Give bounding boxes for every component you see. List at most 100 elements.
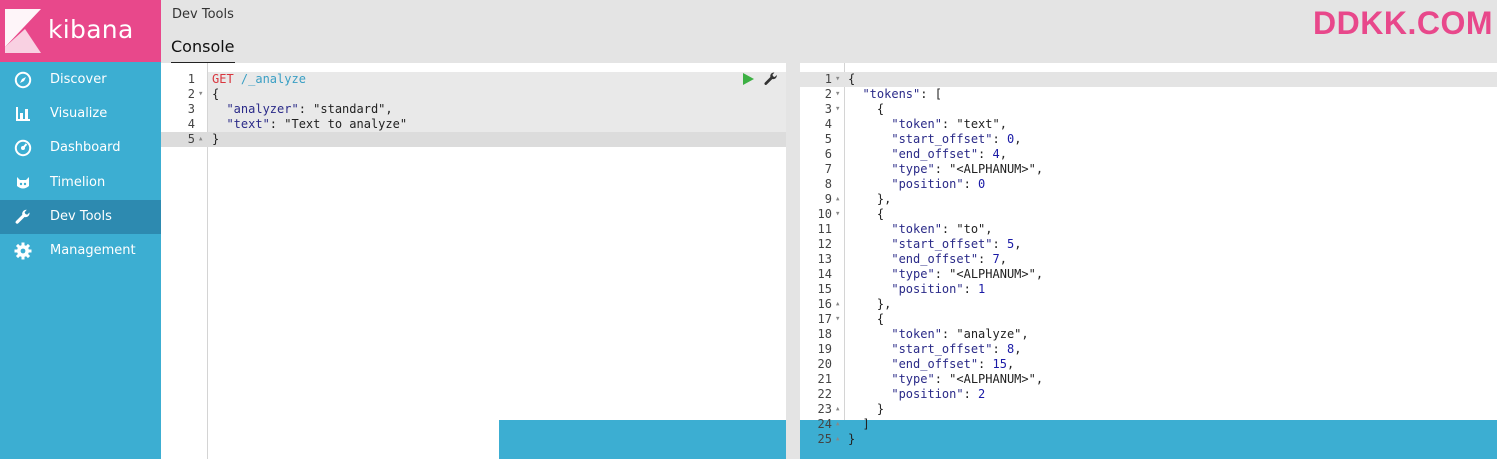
fold-toggle-icon[interactable]: ▾ bbox=[835, 312, 845, 327]
code-line: 1 GET /_analyze bbox=[161, 72, 786, 87]
code-token: : "<ALPHANUM>", bbox=[934, 267, 1044, 281]
line-number: 10 bbox=[817, 207, 832, 221]
code-text: { bbox=[848, 72, 855, 87]
code-token: 7 bbox=[992, 252, 1000, 266]
sidebar: kibana Discover Visualize Dashboard Time… bbox=[0, 0, 161, 459]
sidebar-item-dashboard[interactable]: Dashboard bbox=[0, 131, 161, 165]
fold-toggle-icon[interactable]: ▴ bbox=[835, 432, 845, 447]
fold-toggle-icon[interactable]: ▴ bbox=[835, 402, 845, 417]
fold-toggle-icon[interactable]: ▴ bbox=[835, 417, 845, 432]
code-token: , bbox=[1014, 237, 1022, 251]
code-token: , bbox=[1014, 342, 1022, 356]
code-line: 10 ▾ { bbox=[800, 207, 1497, 222]
fold-toggle-icon[interactable]: ▴ bbox=[198, 132, 208, 147]
fold-toggle-icon[interactable]: ▾ bbox=[835, 87, 845, 102]
sidebar-item-visualize[interactable]: Visualize bbox=[0, 97, 161, 131]
overlay-block bbox=[499, 420, 786, 459]
code-line: 12 "start_offset": 5, bbox=[800, 237, 1497, 252]
top-bar: Dev Tools Console DDKK.COM bbox=[161, 0, 1497, 64]
code-token: , bbox=[999, 252, 1007, 266]
bar-chart-icon bbox=[16, 107, 30, 121]
code-line: 8 "position": 0 bbox=[800, 177, 1497, 192]
code-token: "start_offset" bbox=[848, 237, 993, 251]
code-text: "end_offset": 15, bbox=[848, 357, 1014, 372]
pane-splitter[interactable] bbox=[786, 63, 800, 459]
code-token: : [ bbox=[920, 87, 942, 101]
sidebar-item-label: Discover bbox=[50, 72, 107, 87]
code-text: "type": "<ALPHANUM>", bbox=[848, 162, 1043, 177]
fold-toggle-icon[interactable]: ▴ bbox=[835, 297, 845, 312]
play-icon[interactable] bbox=[741, 72, 755, 86]
response-editor: 1 ▾{2 ▾ "tokens": [3 ▾ {4 "token": "text", 5… bbox=[800, 63, 1497, 459]
code-line: 23 ▴ } bbox=[800, 402, 1497, 417]
sidebar-item-management[interactable]: Management bbox=[0, 234, 161, 268]
line-number: 9 bbox=[824, 192, 832, 206]
wrench-icon[interactable] bbox=[763, 71, 779, 87]
code-text: "start_offset": 8, bbox=[848, 342, 1021, 357]
gear-icon bbox=[14, 242, 32, 260]
code-line: 25 ▴} bbox=[800, 432, 1497, 447]
code-token: "token" bbox=[848, 222, 942, 236]
code-token: "type" bbox=[848, 162, 935, 176]
code-token: : "analyze", bbox=[941, 327, 1029, 341]
line-number: 6 bbox=[824, 147, 832, 161]
code-line: 3 "analyzer": "standard", bbox=[161, 102, 786, 117]
code-text: "position": 1 bbox=[848, 282, 985, 297]
code-token: "position" bbox=[848, 387, 964, 401]
code-token: } bbox=[848, 402, 885, 416]
line-number: 12 bbox=[817, 237, 832, 251]
line-number: 1 bbox=[824, 72, 832, 86]
code-line: 15 "position": 1 bbox=[800, 282, 1497, 297]
code-text: "end_offset": 7, bbox=[848, 252, 1007, 267]
code-token: : bbox=[963, 387, 979, 401]
code-line: 4 "token": "text", bbox=[800, 117, 1497, 132]
code-line: 22 "position": 2 bbox=[800, 387, 1497, 402]
fold-toggle-icon[interactable]: ▴ bbox=[835, 192, 845, 207]
code-text: "token": "analyze", bbox=[848, 327, 1029, 342]
watermark: DDKK.COM bbox=[1313, 5, 1493, 41]
request-editor[interactable]: 1 GET /_analyze 2 ▾ {3 "analyzer": "standard… bbox=[161, 63, 786, 459]
code-line: 19 "start_offset": 8, bbox=[800, 342, 1497, 357]
fold-toggle-icon[interactable]: ▾ bbox=[835, 72, 845, 87]
code-token: : bbox=[992, 342, 1007, 356]
code-token: 1 bbox=[978, 282, 986, 296]
code-text: { bbox=[848, 102, 884, 117]
fold-toggle-icon[interactable]: ▾ bbox=[835, 102, 845, 117]
code-token: }, bbox=[848, 192, 892, 206]
code-token: : bbox=[978, 147, 993, 161]
code-token: "start_offset" bbox=[848, 132, 993, 146]
kibana-logo[interactable]: kibana bbox=[0, 0, 161, 62]
line-number: 24 bbox=[817, 417, 832, 431]
code-token: , bbox=[999, 147, 1007, 161]
code-text: "token": "to", bbox=[848, 222, 992, 237]
brand-name: kibana bbox=[48, 15, 134, 44]
code-line: 1 ▾{ bbox=[800, 72, 1497, 87]
code-text: "type": "<ALPHANUM>", bbox=[848, 372, 1043, 387]
sidebar-item-timelion[interactable]: Timelion bbox=[0, 166, 161, 200]
code-text: }, bbox=[848, 192, 891, 207]
line-number: 4 bbox=[824, 117, 832, 131]
line-number: 5 bbox=[187, 132, 195, 146]
code-token: "start_offset" bbox=[848, 342, 993, 356]
code-token: { bbox=[848, 312, 885, 326]
code-text: "analyzer": "standard", bbox=[212, 102, 392, 117]
code-token: 4 bbox=[992, 147, 1000, 161]
code-line: 18 "token": "analyze", bbox=[800, 327, 1497, 342]
tab-console[interactable]: Console bbox=[171, 37, 235, 64]
code-text: GET /_analyze bbox=[212, 72, 306, 87]
code-line: 6 "end_offset": 4, bbox=[800, 147, 1497, 162]
breadcrumb[interactable]: Dev Tools bbox=[172, 7, 234, 22]
code-line: 2 ▾ { bbox=[161, 87, 786, 102]
code-token: "position" bbox=[848, 177, 964, 191]
line-number: 2 bbox=[187, 87, 195, 101]
code-line: 7 "type": "<ALPHANUM>", bbox=[800, 162, 1497, 177]
sidebar-item-discover[interactable]: Discover bbox=[0, 63, 161, 97]
code-token: { bbox=[848, 102, 885, 116]
code-token: : bbox=[963, 177, 979, 191]
line-number: 3 bbox=[187, 102, 195, 116]
fold-toggle-icon[interactable]: ▾ bbox=[198, 87, 208, 102]
code-text: "position": 2 bbox=[848, 387, 985, 402]
sidebar-item-dev-tools[interactable]: Dev Tools bbox=[0, 200, 161, 234]
line-number: 19 bbox=[817, 342, 832, 356]
fold-toggle-icon[interactable]: ▾ bbox=[835, 207, 845, 222]
